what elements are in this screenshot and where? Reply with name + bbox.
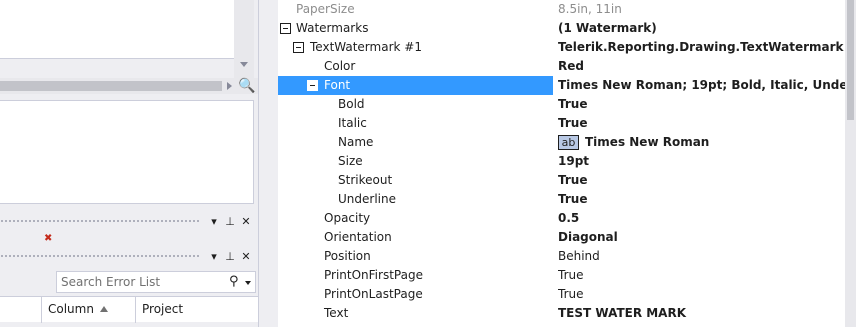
pin-icon[interactable]: ⊥ — [224, 248, 236, 266]
property-name[interactable]: Font — [278, 76, 553, 95]
property-value[interactable]: Times New Roman; 19pt; Bold, Italic, Und… — [558, 76, 845, 95]
property-name[interactable]: Name — [278, 133, 553, 152]
error-list-toolbar: ✖ — [0, 232, 258, 246]
property-row-opacity[interactable]: Opacity 0.5 — [278, 209, 845, 228]
property-name[interactable]: Position — [278, 247, 553, 266]
close-icon[interactable]: ✕ — [240, 248, 252, 266]
column-header-first[interactable] — [0, 297, 42, 323]
property-row-printonfirstpage[interactable]: PrintOnFirstPage True — [278, 266, 845, 285]
window-dropdown-icon[interactable]: ▾ — [208, 248, 220, 266]
property-row-textwatermark[interactable]: TextWatermark #1 Telerik.Reporting.Drawi… — [278, 38, 845, 57]
property-row-strikeout[interactable]: Strikeout True — [278, 171, 845, 190]
property-value[interactable]: ab Times New Roman — [558, 133, 845, 152]
toolwindow-header-error-list[interactable]: ▾ ⊥ ✕ — [0, 248, 258, 266]
property-name[interactable]: PaperSize — [278, 0, 553, 19]
property-name[interactable]: Underline — [278, 190, 553, 209]
font-preview-icon: ab — [558, 135, 579, 150]
property-name[interactable]: Size — [278, 152, 553, 171]
property-value[interactable]: True — [558, 285, 845, 304]
close-icon[interactable]: ✕ — [240, 213, 252, 231]
property-value[interactable]: True — [558, 190, 845, 209]
search-error-list-box[interactable]: ⚲ — [56, 271, 256, 293]
property-name[interactable]: PrintOnLastPage — [278, 285, 553, 304]
column-header-label: Project — [142, 302, 184, 316]
horizontal-scroll-thumb[interactable] — [0, 81, 222, 91]
output-pane[interactable] — [0, 100, 254, 204]
search-icon[interactable]: ⚲ — [229, 273, 239, 291]
property-value[interactable]: True — [558, 95, 845, 114]
pin-icon[interactable]: ⊥ — [224, 213, 236, 231]
property-value[interactable]: 19pt — [558, 152, 845, 171]
sort-ascending-icon — [100, 306, 108, 312]
property-name[interactable]: Color — [278, 57, 553, 76]
error-list-header: Column Project — [0, 296, 258, 323]
property-name[interactable]: TextWatermark #1 — [278, 38, 553, 57]
property-value[interactable]: Red — [558, 57, 845, 76]
scroll-right-arrow-icon[interactable] — [227, 82, 232, 90]
clear-errors-icon[interactable]: ✖ — [44, 232, 52, 246]
pane-splitter[interactable] — [258, 0, 278, 327]
property-value[interactable]: Diagonal — [558, 228, 845, 247]
property-value[interactable]: True — [558, 114, 845, 133]
collapse-icon[interactable] — [307, 80, 318, 91]
property-name[interactable]: Watermarks — [278, 19, 553, 38]
property-value[interactable]: Telerik.Reporting.Drawing.TextWatermark — [558, 38, 845, 57]
property-row-font[interactable]: Font Times New Roman; 19pt; Bold, Italic… — [278, 76, 845, 95]
property-row-papersize[interactable]: PaperSize 8.5in, 11in — [278, 0, 845, 19]
property-value[interactable]: Behind — [558, 247, 845, 266]
zoom-magnifier-icon[interactable]: 🔍 — [238, 78, 256, 94]
window-dropdown-icon[interactable]: ▾ — [208, 213, 220, 231]
horizontal-scrollbar[interactable]: 🔍 — [0, 78, 258, 94]
property-value[interactable]: TEST WATER MARK — [558, 304, 845, 323]
search-input[interactable] — [61, 274, 221, 290]
property-row-text[interactable]: Text TEST WATER MARK — [278, 304, 845, 323]
property-name[interactable]: Text — [278, 304, 553, 323]
property-row-size[interactable]: Size 19pt — [278, 152, 845, 171]
property-row-orientation[interactable]: Orientation Diagonal — [278, 228, 845, 247]
drag-grip[interactable] — [0, 254, 200, 259]
search-options-dropdown-icon[interactable] — [245, 281, 251, 285]
drag-grip[interactable] — [0, 219, 200, 224]
column-header-label: Column — [48, 302, 94, 316]
scroll-down-arrow-icon[interactable] — [240, 62, 248, 67]
vertical-scrollbar[interactable] — [234, 0, 254, 78]
property-row-name[interactable]: Name ab Times New Roman — [278, 133, 845, 152]
property-name[interactable]: PrintOnFirstPage — [278, 266, 553, 285]
property-name[interactable]: Italic — [278, 114, 553, 133]
property-value[interactable]: 8.5in, 11in — [558, 0, 845, 19]
property-grid: PaperSize 8.5in, 11in Watermarks (1 Wate… — [278, 0, 845, 327]
property-row-printonlastpage[interactable]: PrintOnLastPage True — [278, 285, 845, 304]
property-name[interactable]: Orientation — [278, 228, 553, 247]
property-row-bold[interactable]: Bold True — [278, 95, 845, 114]
property-row-color[interactable]: Color Red — [278, 57, 845, 76]
left-tool-panes: 🔍 ▾ ⊥ ✕ ✖ ▾ ⊥ ✕ ⚲ Column Project — [0, 0, 258, 327]
column-header-column[interactable]: Column — [42, 297, 136, 323]
collapse-icon[interactable] — [293, 42, 304, 53]
property-value[interactable]: True — [558, 266, 845, 285]
solution-explorer-pane[interactable] — [0, 0, 250, 59]
column-header-project[interactable]: Project — [136, 297, 258, 323]
collapse-icon[interactable] — [280, 23, 291, 34]
property-value[interactable]: True — [558, 171, 845, 190]
property-value[interactable]: 0.5 — [558, 209, 845, 228]
scroll-thumb[interactable] — [847, 0, 854, 120]
property-name[interactable]: Bold — [278, 95, 553, 114]
property-row-watermarks[interactable]: Watermarks (1 Watermark) — [278, 19, 845, 38]
property-name[interactable]: Opacity — [278, 209, 553, 228]
property-row-italic[interactable]: Italic True — [278, 114, 845, 133]
property-value[interactable]: (1 Watermark) — [558, 19, 845, 38]
property-row-underline[interactable]: Underline True — [278, 190, 845, 209]
font-name-value: Times New Roman — [585, 135, 710, 149]
property-name[interactable]: Strikeout — [278, 171, 553, 190]
toolwindow-header-upper[interactable]: ▾ ⊥ ✕ — [0, 213, 258, 231]
property-grid-scrollbar[interactable] — [845, 0, 856, 327]
property-row-position[interactable]: Position Behind — [278, 247, 845, 266]
